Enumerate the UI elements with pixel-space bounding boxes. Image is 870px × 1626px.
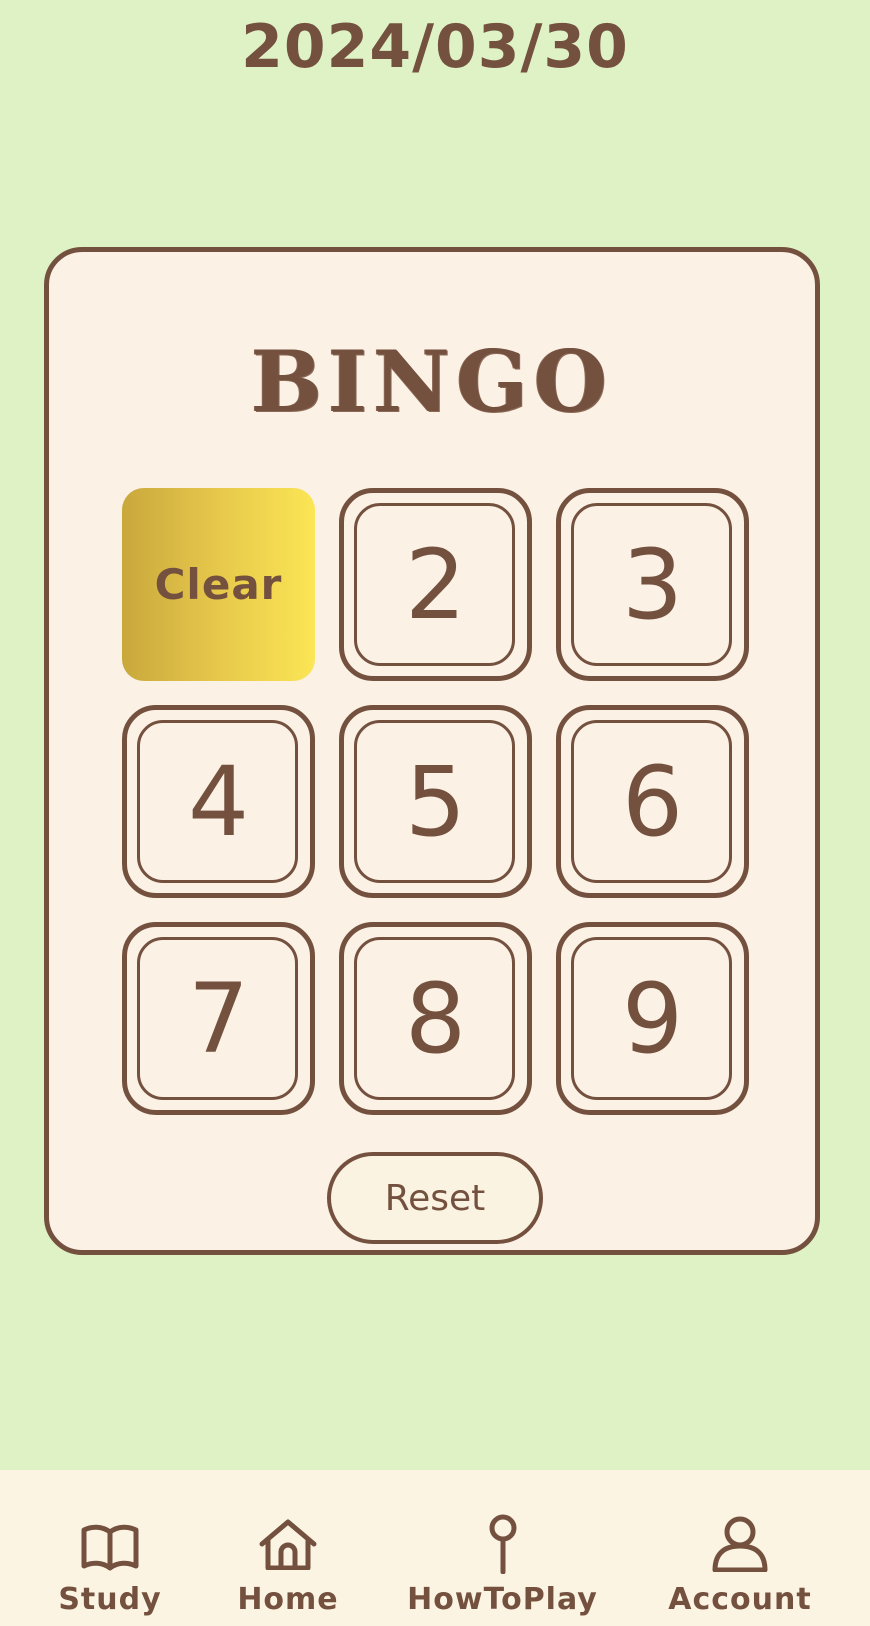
tab-study[interactable]: Study: [40, 1470, 180, 1626]
cell-number: 6: [621, 745, 684, 858]
bottom-tab-bar: Study Home HowToPlay Account: [0, 1470, 870, 1626]
pin-icon: [489, 1514, 516, 1574]
tab-label: Study: [58, 1582, 162, 1617]
bingo-title: BINGO: [251, 332, 613, 431]
bingo-cell-8[interactable]: 8: [339, 922, 532, 1115]
tab-label: Account: [668, 1582, 812, 1617]
cell-number: 3: [621, 528, 684, 641]
cell-number: 4: [187, 745, 250, 858]
book-icon: [81, 1524, 139, 1571]
tab-label: Home: [237, 1582, 339, 1617]
home-icon: [259, 1519, 317, 1570]
tab-label: HowToPlay: [407, 1582, 598, 1617]
clear-label: Clear: [154, 560, 283, 609]
reset-button[interactable]: Reset: [327, 1152, 543, 1244]
tab-account[interactable]: Account: [665, 1470, 815, 1626]
cell-number: 2: [404, 528, 467, 641]
bingo-cell-4[interactable]: 4: [122, 705, 315, 898]
bingo-cell-5[interactable]: 5: [339, 705, 532, 898]
bingo-cell-3[interactable]: 3: [556, 488, 749, 681]
bingo-cell-9[interactable]: 9: [556, 922, 749, 1115]
tab-home[interactable]: Home: [218, 1470, 358, 1626]
bingo-cell-2[interactable]: 2: [339, 488, 532, 681]
bingo-cell-7[interactable]: 7: [122, 922, 315, 1115]
tab-howtoplay[interactable]: HowToPlay: [407, 1470, 598, 1626]
bingo-cell-1-cleared[interactable]: Clear: [122, 488, 315, 681]
person-icon: [712, 1516, 768, 1572]
date-heading: 2024/03/30: [241, 12, 629, 82]
cell-number: 8: [404, 962, 467, 1075]
cell-number: 7: [187, 962, 250, 1075]
cell-number: 9: [621, 962, 684, 1075]
bingo-cell-6[interactable]: 6: [556, 705, 749, 898]
bingo-card: BINGO Clear 2 3 4 5 6 7 8 9 Reset: [44, 247, 820, 1255]
cell-number: 5: [404, 745, 467, 858]
